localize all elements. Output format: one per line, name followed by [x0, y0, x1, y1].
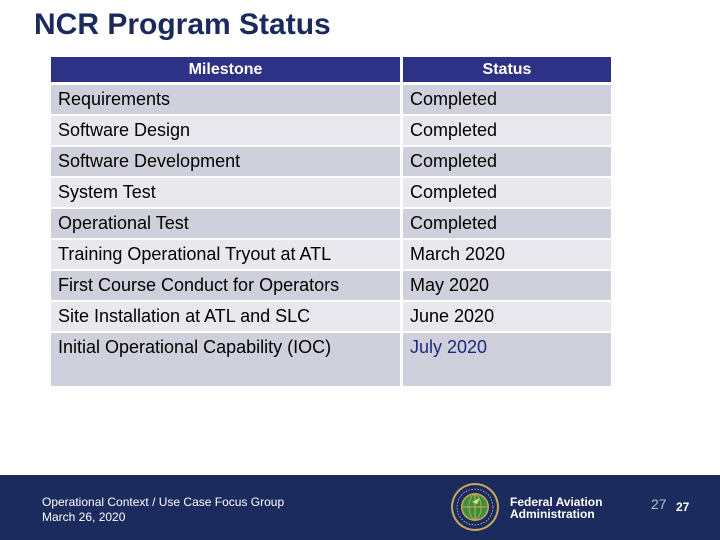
status-cell: May 2020	[403, 271, 611, 300]
milestone-cell: System Test	[51, 178, 400, 207]
page-number: 27	[676, 500, 690, 514]
milestone-cell: First Course Conduct for Operators	[51, 271, 400, 300]
table-row: First Course Conduct for Operators May 2…	[51, 271, 611, 300]
slide-title: NCR Program Status	[34, 8, 331, 41]
footer-event-info: Operational Context / Use Case Focus Gro…	[42, 495, 284, 525]
footer-event-name: Operational Context / Use Case Focus Gro…	[42, 495, 285, 509]
milestone-cell: Software Development	[51, 147, 400, 176]
page-number-placeholder: 27	[651, 496, 667, 512]
milestone-cell: Requirements	[51, 85, 400, 114]
faa-name-line2: Administration	[510, 507, 595, 521]
table-row: Software Development Completed	[51, 147, 611, 176]
status-cell: July 2020	[403, 333, 611, 386]
milestone-cell: Training Operational Tryout at ATL	[51, 240, 400, 269]
footer-date: March 26, 2020	[42, 510, 126, 524]
milestone-cell: Software Design	[51, 116, 400, 145]
faa-name: Federal Aviation Administration	[510, 496, 602, 520]
table-header-row: Milestone Status	[51, 57, 611, 82]
faa-seal-icon	[451, 483, 499, 531]
status-cell: Completed	[403, 147, 611, 176]
table-row: Initial Operational Capability (IOC) Jul…	[51, 333, 611, 386]
table-row: Requirements Completed	[51, 85, 611, 114]
header-status: Status	[403, 57, 611, 82]
status-cell: June 2020	[403, 302, 611, 331]
status-cell: Completed	[403, 209, 611, 238]
milestone-cell: Site Installation at ATL and SLC	[51, 302, 400, 331]
footer-bar: Operational Context / Use Case Focus Gro…	[0, 475, 720, 540]
status-cell: March 2020	[403, 240, 611, 269]
table-row: System Test Completed	[51, 178, 611, 207]
header-milestone: Milestone	[51, 57, 400, 82]
status-cell: Completed	[403, 85, 611, 114]
table-row: Training Operational Tryout at ATL March…	[51, 240, 611, 269]
table-row: Software Design Completed	[51, 116, 611, 145]
milestone-status-table: Milestone Status Requirements Completed …	[51, 57, 611, 388]
status-cell: Completed	[403, 178, 611, 207]
status-cell: Completed	[403, 116, 611, 145]
milestone-cell: Initial Operational Capability (IOC)	[51, 333, 400, 386]
milestone-cell: Operational Test	[51, 209, 400, 238]
table-row: Site Installation at ATL and SLC June 20…	[51, 302, 611, 331]
table-row: Operational Test Completed	[51, 209, 611, 238]
